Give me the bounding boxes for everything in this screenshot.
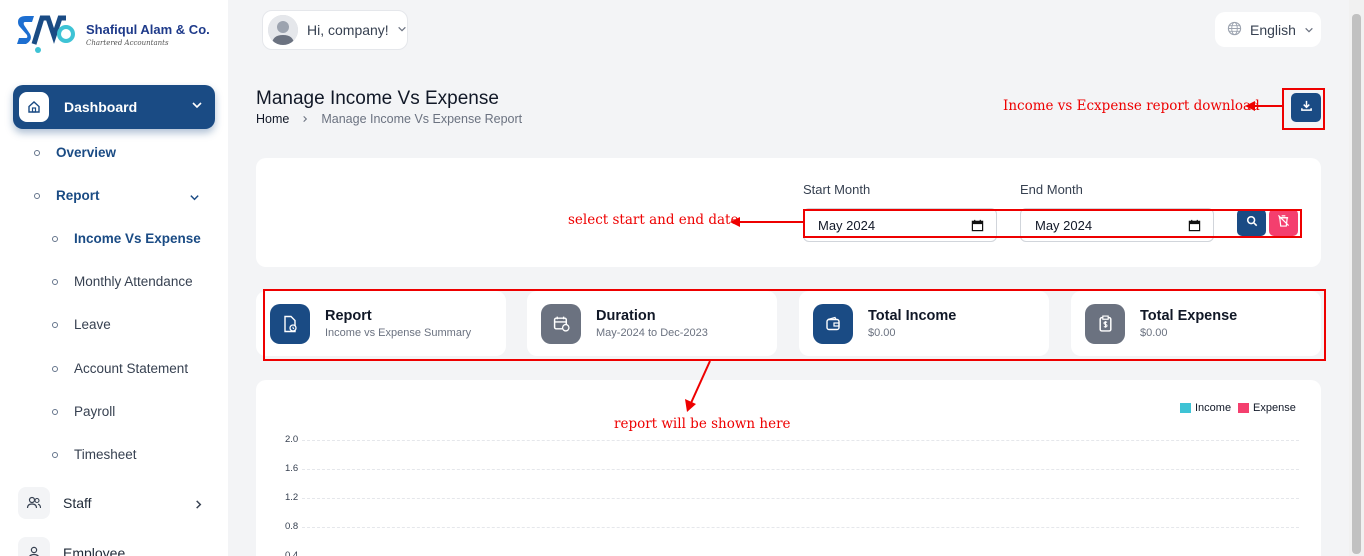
globe-icon xyxy=(1227,21,1242,39)
users-icon xyxy=(18,487,50,519)
chevron-down-icon xyxy=(1304,22,1314,38)
language-label: English xyxy=(1250,21,1296,38)
sidebar-item-label: Account Statement xyxy=(74,361,189,376)
chevron-right-icon xyxy=(193,497,204,513)
annotation-dates: select start and end date xyxy=(568,212,739,228)
annotation-box-summary xyxy=(263,289,1326,361)
chevron-down-icon xyxy=(191,98,203,116)
sidebar-item-report[interactable]: Report xyxy=(34,188,202,203)
gridline xyxy=(302,469,1299,470)
sidebar-item-account-statement[interactable]: Account Statement xyxy=(52,361,188,376)
sidebar: Shafiqul Alam & Co. Chartered Accountant… xyxy=(0,0,228,556)
chevron-down-icon xyxy=(189,191,200,206)
avatar xyxy=(268,15,298,45)
language-selector[interactable]: English xyxy=(1215,12,1321,47)
sidebar-item-payroll[interactable]: Payroll xyxy=(52,404,115,419)
annotation-arrow-report xyxy=(685,360,711,412)
gridline xyxy=(302,440,1299,441)
user-icon xyxy=(18,537,50,556)
breadcrumb-home[interactable]: Home xyxy=(256,112,289,126)
sidebar-item-label: Monthly Attendance xyxy=(74,274,193,289)
y-tick-label: 1.2 xyxy=(285,492,299,503)
sidebar-item-monthly-attendance[interactable]: Monthly Attendance xyxy=(52,274,193,289)
bullet-icon xyxy=(34,149,40,156)
start-month-label: Start Month xyxy=(803,182,871,197)
y-tick-label: 1.6 xyxy=(285,463,299,474)
gridline xyxy=(302,527,1299,528)
breadcrumb: Home Manage Income Vs Expense Report xyxy=(256,112,522,126)
annotation-box-download xyxy=(1282,88,1325,130)
user-menu[interactable]: Hi, company! xyxy=(262,10,408,50)
sidebar-item-label: Staff xyxy=(63,495,92,511)
bullet-icon xyxy=(52,408,58,415)
sidebar-item-label: Employee xyxy=(63,545,126,556)
bullet-icon xyxy=(34,192,40,199)
company-logo[interactable]: Shafiqul Alam & Co. Chartered Accountant… xyxy=(14,14,210,54)
sidebar-item-label: Dashboard xyxy=(64,99,138,115)
legend-label: Income xyxy=(1195,402,1232,414)
bullet-icon xyxy=(52,365,58,372)
legend-label: Expense xyxy=(1253,402,1296,414)
annotation-box-dates xyxy=(803,209,1302,238)
sidebar-item-label: Report xyxy=(56,188,100,203)
page-title: Manage Income Vs Expense xyxy=(256,88,499,109)
sidebar-item-dashboard[interactable]: Dashboard xyxy=(13,85,215,129)
bullet-icon xyxy=(52,451,58,458)
sidebar-item-label: Leave xyxy=(74,317,111,332)
sidebar-item-employee[interactable]: Employee xyxy=(18,535,214,556)
y-tick-label: 0.4 xyxy=(285,550,299,556)
annotation-download: Income vs Ecxpense report download xyxy=(1003,98,1260,114)
sidebar-item-label: Payroll xyxy=(74,404,116,419)
bullet-icon xyxy=(52,321,58,328)
sidebar-item-leave[interactable]: Leave xyxy=(52,317,111,332)
page-scrollbar[interactable] xyxy=(1349,0,1364,556)
sidebar-item-timesheet[interactable]: Timesheet xyxy=(52,447,137,462)
scrollbar-thumb[interactable] xyxy=(1352,14,1361,554)
home-icon xyxy=(19,92,49,122)
legend-expense[interactable]: Expense xyxy=(1238,402,1296,414)
sidebar-item-label: Overview xyxy=(56,145,117,160)
legend-swatch xyxy=(1180,403,1191,413)
bullet-icon xyxy=(52,278,58,285)
annotation-report: report will be shown here xyxy=(614,416,791,432)
breadcrumb-current: Manage Income Vs Expense Report xyxy=(321,112,523,126)
y-tick-label: 0.8 xyxy=(285,521,299,532)
annotation-arrow-dates xyxy=(730,217,805,227)
sidebar-item-overview[interactable]: Overview xyxy=(34,145,116,160)
y-tick-label: 2.0 xyxy=(285,434,299,445)
sidebar-item-staff[interactable]: Staff xyxy=(18,485,214,521)
legend-income[interactable]: Income xyxy=(1180,402,1231,414)
chart-card xyxy=(256,380,1321,556)
annotation-arrow-download xyxy=(1245,101,1283,111)
chevron-down-icon xyxy=(397,21,407,39)
chevron-right-icon xyxy=(301,112,309,126)
gridline xyxy=(302,498,1299,499)
logo-icon xyxy=(14,14,76,54)
legend-swatch xyxy=(1238,403,1249,413)
sidebar-item-label: Timesheet xyxy=(74,447,137,462)
company-subtitle: Chartered Accountants xyxy=(86,38,169,47)
sidebar-item-income-vs-expense[interactable]: Income Vs Expense xyxy=(52,231,201,246)
user-greeting: Hi, company! xyxy=(307,22,389,38)
bullet-icon xyxy=(52,235,58,242)
sidebar-item-label: Income Vs Expense xyxy=(74,231,201,246)
company-name: Shafiqul Alam & Co. xyxy=(86,21,210,37)
end-month-label: End Month xyxy=(1020,182,1083,197)
